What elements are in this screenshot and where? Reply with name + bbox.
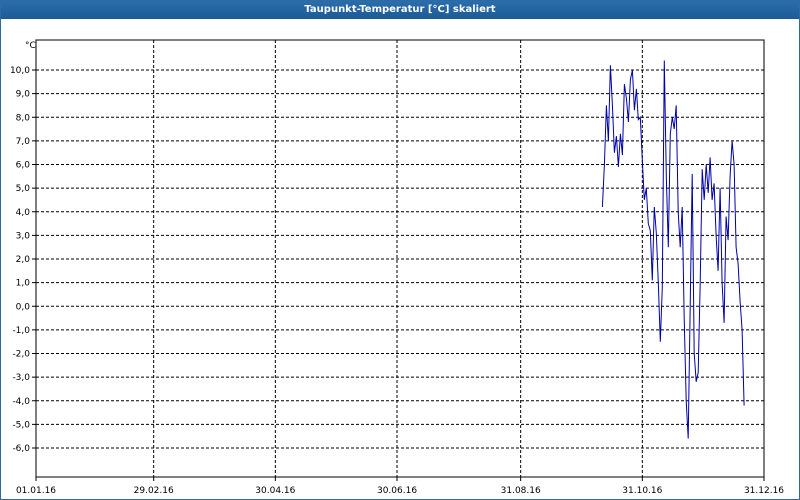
y-tick-label: -5,0 bbox=[12, 420, 30, 430]
y-axis-unit-label: °C bbox=[25, 41, 36, 51]
x-tick-label: 29.02.16 bbox=[134, 486, 174, 496]
x-tick-label: 30.04.16 bbox=[255, 486, 295, 496]
y-axis: 10,0 9,0 8,0 7,0 6,0 5,0 4,0 3,0 2,0 1,0 0,0 -1,0 -2… bbox=[10, 66, 36, 454]
y-tick-label: -2,0 bbox=[12, 350, 30, 360]
y-tick-label: 6,0 bbox=[16, 161, 31, 171]
y-tick-label: 0,0 bbox=[16, 302, 31, 312]
window-title: Taupunkt-Temperatur [°C] skaliert bbox=[1, 1, 799, 19]
chart-area: 10,0 9,0 8,0 7,0 6,0 5,0 4,0 3,0 2,0 1,0 0,0 -1,0 -2… bbox=[10, 39, 784, 496]
plot-frame bbox=[35, 39, 765, 478]
x-tick-label: 31.08.16 bbox=[501, 486, 541, 496]
y-tick-label: 10,0 bbox=[10, 66, 30, 76]
x-tick-label: 31.10.16 bbox=[622, 486, 662, 496]
y-tick-label: -1,0 bbox=[12, 326, 30, 336]
y-tick-label: -3,0 bbox=[12, 373, 30, 383]
y-tick-label: -6,0 bbox=[12, 444, 30, 454]
y-tick-label: 2,0 bbox=[16, 255, 31, 265]
y-tick-label: 8,0 bbox=[16, 113, 31, 123]
chart-window: Taupunkt-Temperatur [°C] skaliert 10,0 9,… bbox=[0, 0, 800, 500]
x-tick-label: 30.06.16 bbox=[377, 486, 417, 496]
y-tick-label: -4,0 bbox=[12, 397, 30, 407]
y-tick-label: 4,0 bbox=[16, 208, 31, 218]
x-tick-label: 31.12.16 bbox=[744, 486, 784, 496]
y-tick-label: 3,0 bbox=[16, 231, 31, 241]
y-tick-label: 7,0 bbox=[16, 137, 31, 147]
x-tick-label: 01.01.16 bbox=[16, 486, 56, 496]
y-tick-label: 9,0 bbox=[16, 90, 31, 100]
x-axis: 01.01.16 29.02.16 30.04.16 30.06.16 31.08.16… bbox=[16, 477, 784, 496]
y-tick-label: 1,0 bbox=[16, 279, 31, 289]
y-tick-label: 5,0 bbox=[16, 184, 31, 194]
